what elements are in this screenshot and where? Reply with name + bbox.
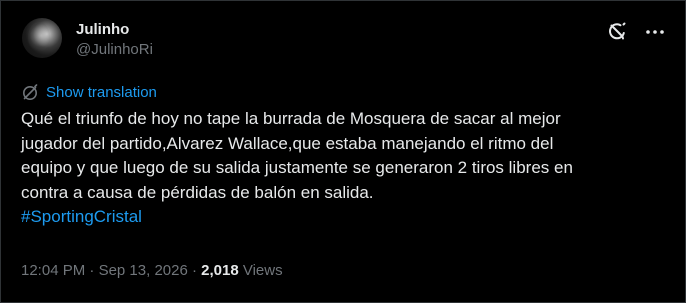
more-options-icon[interactable] (643, 20, 667, 44)
tweet-card[interactable]: Julinho @JulinhoRi Show translation Qué … (0, 0, 686, 303)
meta-separator: · (85, 262, 99, 279)
grok-icon[interactable] (605, 20, 629, 44)
views-count: 2,018 (201, 262, 239, 279)
tweet-time[interactable]: 12:04 PM (21, 262, 85, 279)
avatar[interactable] (22, 18, 62, 58)
meta-separator: · (187, 262, 202, 279)
show-translation-link[interactable]: Show translation (46, 84, 157, 102)
tweet-date[interactable]: Sep 13, 2026 (99, 262, 188, 279)
views-label: Views (238, 262, 283, 279)
tweet-body: Qué el triunfo de hoy no tape la burrada… (21, 109, 573, 202)
tweet-meta: 12:04 PM · Sep 13, 2026 · 2,018 Views (21, 261, 283, 281)
tweet-text: Qué el triunfo de hoy no tape la burrada… (21, 107, 671, 230)
author-handle[interactable]: @JulinhoRi (76, 41, 153, 59)
hashtag-link[interactable]: #SportingCristal (21, 207, 142, 226)
globe-translate-icon (23, 84, 38, 100)
show-translation-button[interactable]: Show translation (21, 83, 157, 103)
author-display-name[interactable]: Julinho (76, 21, 129, 39)
